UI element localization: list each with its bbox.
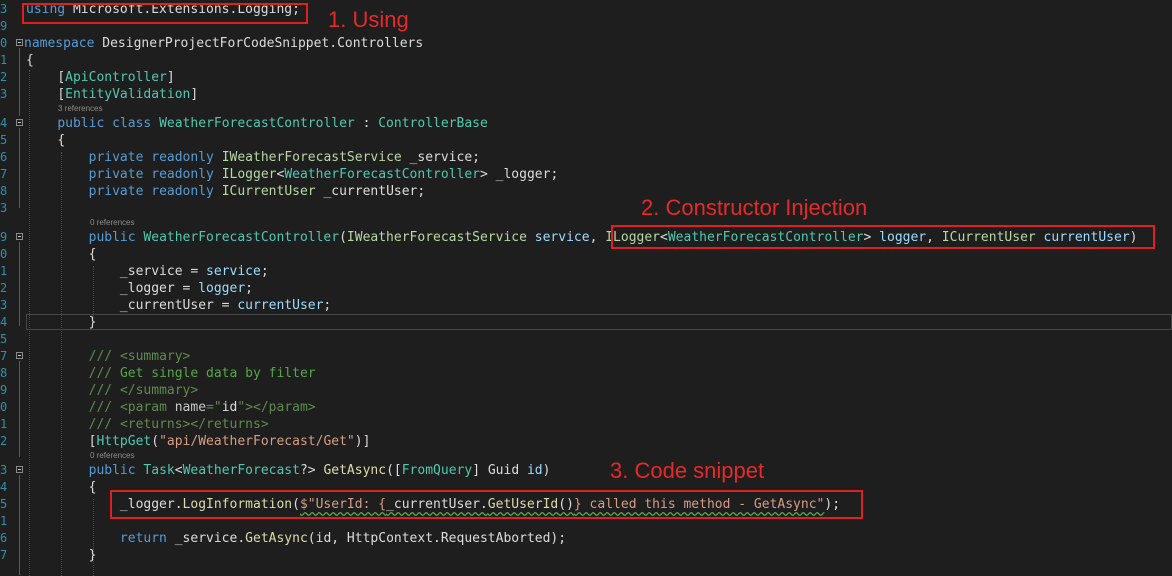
line-number: 7 bbox=[0, 167, 8, 181]
line-number: 8 bbox=[0, 366, 8, 380]
codelens-references[interactable]: 0 references bbox=[90, 451, 134, 461]
code-line: /// <summary> bbox=[88, 349, 191, 364]
line-number: 2 bbox=[0, 281, 8, 295]
line-number: 6 bbox=[0, 531, 8, 545]
line-number: 9 bbox=[0, 230, 8, 244]
line-number: 0 bbox=[0, 36, 8, 50]
codelens-references[interactable]: 0 references bbox=[90, 218, 134, 228]
line-number: 9 bbox=[0, 383, 8, 397]
annotation-label-code-snippet: 3. Code snippet bbox=[610, 458, 765, 483]
code-line: { bbox=[88, 247, 97, 262]
line-number-gutter: 3 9 0 1 2 3 4 5 6 7 8 3 9 0 1 2 3 4 5 7 … bbox=[0, 0, 24, 576]
annotation-label-using: 1. Using bbox=[328, 7, 409, 32]
code-line: private readonly IWeatherForecastService… bbox=[88, 150, 480, 165]
fold-guide bbox=[19, 242, 20, 326]
code-line: namespace DesignerProjectForCodeSnippet.… bbox=[24, 36, 424, 51]
code-line: /// Get single data by filter bbox=[88, 366, 316, 381]
code-line: { bbox=[57, 133, 66, 148]
code-snippet-highlight-box bbox=[110, 490, 863, 519]
code-editor[interactable]: 3 9 0 1 2 3 4 5 6 7 8 3 9 0 1 2 3 4 5 7 … bbox=[0, 0, 1172, 576]
code-line: /// <param name="id"></param> bbox=[88, 400, 316, 415]
codelens-references[interactable]: 3 references bbox=[58, 104, 102, 114]
line-number: 2 bbox=[0, 70, 8, 84]
annotation-label-constructor-injection: 2. Constructor Injection bbox=[641, 195, 868, 220]
line-number: 3 bbox=[0, 201, 8, 215]
line-number: 4 bbox=[0, 116, 8, 130]
line-number: 3 bbox=[0, 298, 8, 312]
line-number: 2 bbox=[0, 434, 8, 448]
line-number: 3 bbox=[0, 87, 8, 101]
constructor-injection-highlight-box bbox=[611, 225, 1155, 249]
line-number: 3 bbox=[0, 2, 8, 16]
fold-guide bbox=[19, 48, 20, 116]
line-number: 3 bbox=[0, 463, 8, 477]
current-line-highlight bbox=[26, 314, 1172, 330]
code-line: [EntityValidation] bbox=[57, 87, 199, 102]
code-line: private readonly ILogger<WeatherForecast… bbox=[88, 167, 559, 182]
line-number: 1 bbox=[0, 53, 8, 67]
code-line: { bbox=[26, 53, 34, 68]
line-number: 7 bbox=[0, 548, 8, 562]
code-line: { bbox=[88, 480, 97, 495]
collapse-icon[interactable] bbox=[16, 39, 23, 46]
code-line: public Task<WeatherForecast?> GetAsync([… bbox=[88, 463, 551, 478]
line-number: 1 bbox=[0, 264, 8, 278]
line-number: 4 bbox=[0, 315, 8, 329]
code-line: } bbox=[88, 548, 97, 563]
line-number: 7 bbox=[0, 349, 8, 363]
line-number: 0 bbox=[0, 400, 8, 414]
code-line: _logger = logger; bbox=[119, 281, 253, 296]
collapse-icon[interactable] bbox=[16, 233, 23, 240]
code-line: [ApiController] bbox=[57, 70, 175, 85]
line-number: 5 bbox=[0, 133, 8, 147]
code-line: /// <returns></returns> bbox=[88, 417, 269, 432]
using-highlight-box bbox=[22, 3, 308, 24]
line-number: 0 bbox=[0, 247, 8, 261]
line-number: 5 bbox=[0, 497, 8, 511]
line-number: 4 bbox=[0, 480, 8, 494]
collapse-icon[interactable] bbox=[16, 119, 23, 126]
line-number: 5 bbox=[0, 332, 8, 346]
line-number: 9 bbox=[0, 19, 8, 33]
code-line: } bbox=[88, 315, 97, 330]
line-number: 8 bbox=[0, 184, 8, 198]
fold-guide bbox=[19, 475, 20, 575]
collapse-icon[interactable] bbox=[16, 352, 23, 359]
code-line: public class WeatherForecastController :… bbox=[57, 116, 488, 131]
code-line: [HttpGet("api/WeatherForecast/Get")] bbox=[88, 434, 371, 449]
code-line: _service = service; bbox=[119, 264, 269, 279]
fold-guide bbox=[19, 361, 20, 457]
line-number: 1 bbox=[0, 417, 8, 431]
line-number: 6 bbox=[0, 150, 8, 164]
fold-guide bbox=[19, 128, 20, 208]
line-number: 1 bbox=[0, 514, 8, 528]
code-line: private readonly ICurrentUser _currentUs… bbox=[88, 184, 426, 199]
code-line: _currentUser = currentUser; bbox=[119, 298, 332, 313]
code-line: /// </summary> bbox=[88, 383, 199, 398]
collapse-icon[interactable] bbox=[16, 466, 23, 473]
code-line: return _service.GetAsync(id, HttpContext… bbox=[119, 531, 567, 546]
